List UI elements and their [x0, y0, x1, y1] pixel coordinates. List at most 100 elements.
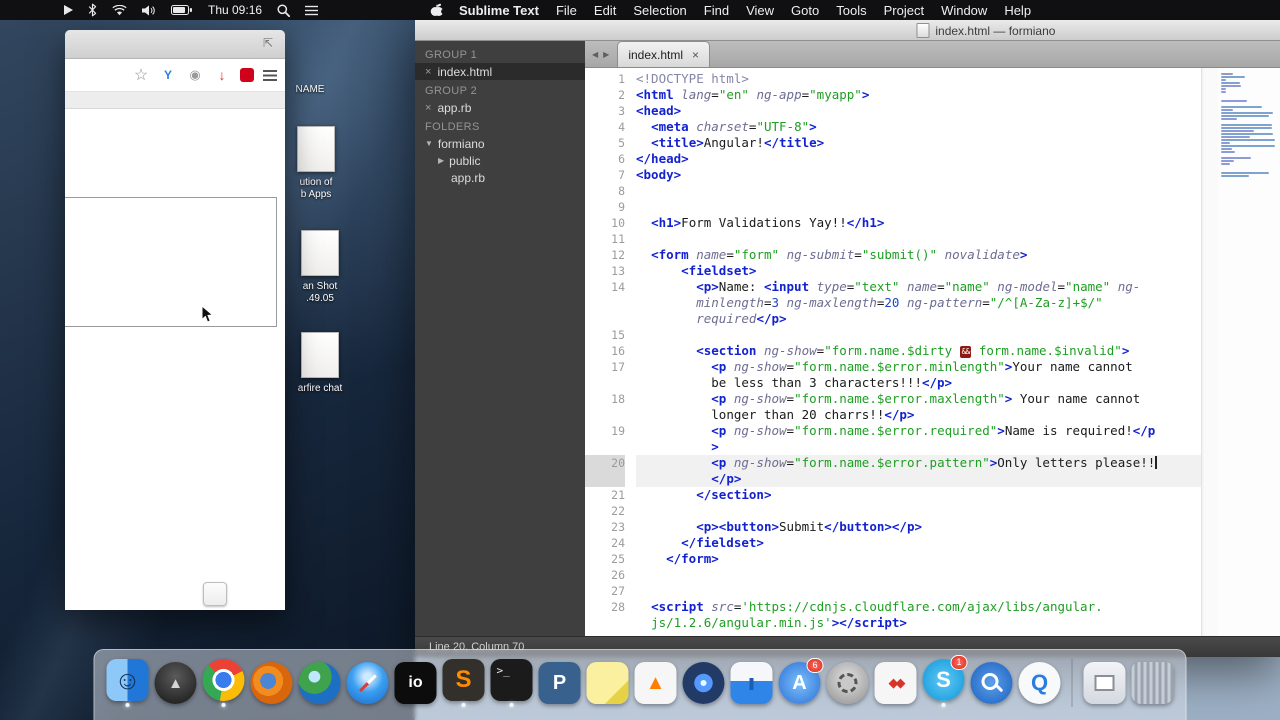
quicktime-app-icon[interactable]: [1018, 662, 1061, 704]
dock-photo-booth-icon[interactable]: [682, 662, 725, 704]
keynote-app-icon[interactable]: [730, 662, 773, 704]
browser-titlebar[interactable]: [65, 30, 285, 59]
dock-archive-utility-icon[interactable]: [1083, 662, 1126, 704]
menu-project[interactable]: Project: [884, 3, 924, 18]
shield-icon[interactable]: [186, 66, 204, 84]
play-icon[interactable]: [64, 5, 73, 15]
menu-find[interactable]: Find: [704, 3, 729, 18]
sublime-titlebar[interactable]: index.html — formiano: [415, 20, 1280, 41]
dock-safari-icon[interactable]: [346, 662, 389, 704]
tab-index-html[interactable]: index.html: [617, 41, 711, 67]
volume-icon[interactable]: [142, 5, 156, 16]
dock-skype-icon[interactable]: 1: [922, 655, 968, 707]
dock-trash-icon[interactable]: [1131, 662, 1174, 704]
desktop-icon[interactable]: arfire chat: [288, 332, 352, 395]
clock[interactable]: Thu 09:16: [208, 3, 262, 17]
editor-scrollbar[interactable]: [1201, 68, 1218, 636]
dock-keynote-icon[interactable]: [730, 662, 773, 704]
dock-system-preferences-icon[interactable]: [826, 662, 869, 704]
sidebar-item-formiano[interactable]: ▼ formiano: [415, 135, 585, 152]
code-line: <fieldset>: [681, 263, 757, 278]
menu-edit[interactable]: Edit: [594, 3, 616, 18]
apple-menu-icon[interactable]: [430, 2, 444, 18]
dock-app-store-icon[interactable]: 6: [778, 658, 824, 704]
terminal-app-icon[interactable]: [490, 659, 533, 701]
code-area[interactable]: <!DOCTYPE html> <html lang="en" ng-app="m…: [632, 68, 1201, 636]
red-diamond-app-app-icon[interactable]: [874, 662, 917, 704]
close-file-icon[interactable]: ×: [425, 66, 431, 78]
launchpad-app-icon[interactable]: [154, 662, 197, 704]
postgres-app-icon[interactable]: [538, 662, 581, 704]
sidebar-item-app-rb[interactable]: × app.rb: [415, 99, 585, 116]
dock-chrome-icon[interactable]: [202, 659, 245, 707]
vlc-app-icon[interactable]: [634, 662, 677, 704]
tab-scroll-arrows[interactable]: ◀ ▶: [585, 41, 617, 67]
photo-booth-app-icon[interactable]: [682, 662, 725, 704]
earth-browser-app-icon[interactable]: [298, 662, 341, 704]
firefox-app-icon[interactable]: [250, 662, 293, 704]
tab-scroll-left-icon[interactable]: ◀: [592, 50, 598, 59]
download-icon[interactable]: [213, 66, 231, 84]
chrome-app-icon[interactable]: [202, 659, 245, 701]
dock-red-diamond-app-icon[interactable]: [874, 662, 917, 704]
trash-app-icon[interactable]: [1131, 662, 1174, 704]
dock-earth-browser-icon[interactable]: [298, 662, 341, 704]
close-tab-icon[interactable]: [692, 48, 699, 62]
menu-file[interactable]: File: [556, 3, 577, 18]
search-app-app-icon[interactable]: [970, 662, 1013, 704]
stickies-app-icon[interactable]: [586, 662, 629, 704]
dock-postgres-icon[interactable]: [538, 662, 581, 704]
line-number: 10: [611, 216, 625, 230]
close-file-icon[interactable]: ×: [425, 102, 431, 114]
share-icon[interactable]: [159, 66, 177, 84]
active-app-name[interactable]: Sublime Text: [459, 3, 539, 18]
spotlight-icon[interactable]: [277, 3, 291, 17]
system-preferences-app-icon[interactable]: [826, 662, 869, 704]
adblock-icon[interactable]: [240, 68, 254, 82]
desktop-icon[interactable]: ution of b Apps: [284, 126, 348, 201]
dock-search-app-icon[interactable]: [970, 662, 1013, 704]
folder-open-icon[interactable]: ▼: [425, 139, 433, 148]
dock-stickies-icon[interactable]: [586, 662, 629, 704]
sidebar-item-index-html[interactable]: × index.html: [415, 63, 585, 80]
menu-tools[interactable]: Tools: [836, 3, 866, 18]
document-proxy-icon[interactable]: [916, 23, 930, 38]
dock-sublime-text-icon[interactable]: [442, 659, 485, 707]
bluetooth-icon[interactable]: [88, 3, 97, 17]
expand-icon[interactable]: [261, 36, 275, 50]
desktop-icon[interactable]: NAME: [278, 84, 342, 96]
minimap[interactable]: [1218, 68, 1280, 636]
io-app-app-icon[interactable]: [394, 662, 437, 704]
browser-bookmarks-bar[interactable]: [65, 92, 285, 109]
sublime-text-app-icon[interactable]: [442, 659, 485, 701]
text-input-box[interactable]: [65, 197, 277, 327]
star-icon[interactable]: [132, 66, 150, 84]
menu-icon[interactable]: [263, 69, 277, 81]
dock-vlc-icon[interactable]: [634, 662, 677, 704]
floating-button[interactable]: [203, 582, 227, 606]
dock-io-app-icon[interactable]: [394, 662, 437, 704]
archive-utility-app-icon[interactable]: [1083, 662, 1126, 704]
wifi-icon[interactable]: [112, 4, 127, 16]
sidebar-item-public[interactable]: ▶ public: [415, 152, 585, 169]
dock-terminal-icon[interactable]: [490, 659, 533, 707]
safari-app-icon[interactable]: [346, 662, 389, 704]
menu-help[interactable]: Help: [1004, 3, 1031, 18]
dock-quicktime-icon[interactable]: [1018, 662, 1061, 704]
tab-scroll-right-icon[interactable]: ▶: [603, 50, 609, 59]
minimap-line: [1221, 109, 1234, 111]
finder-app-icon[interactable]: [106, 659, 149, 701]
dock-firefox-icon[interactable]: [250, 662, 293, 704]
dock-finder-icon[interactable]: [106, 659, 149, 707]
code-editor[interactable]: 1 2 3 4 5 6 7 8 9 10 11 12 13 14 15 16 17 18 19 20 21 22 23 24 2…: [585, 68, 1280, 636]
list-icon[interactable]: [305, 5, 319, 16]
dock-launchpad-icon[interactable]: [154, 662, 197, 704]
menu-view[interactable]: View: [746, 3, 774, 18]
menu-window[interactable]: Window: [941, 3, 987, 18]
menu-selection[interactable]: Selection: [633, 3, 686, 18]
menu-goto[interactable]: Goto: [791, 3, 819, 18]
desktop-icon[interactable]: an Shot .49.05: [288, 230, 352, 305]
sidebar-item-app-rb[interactable]: app.rb: [415, 169, 585, 186]
folder-closed-icon[interactable]: ▶: [438, 156, 444, 165]
battery-icon[interactable]: [171, 5, 193, 15]
